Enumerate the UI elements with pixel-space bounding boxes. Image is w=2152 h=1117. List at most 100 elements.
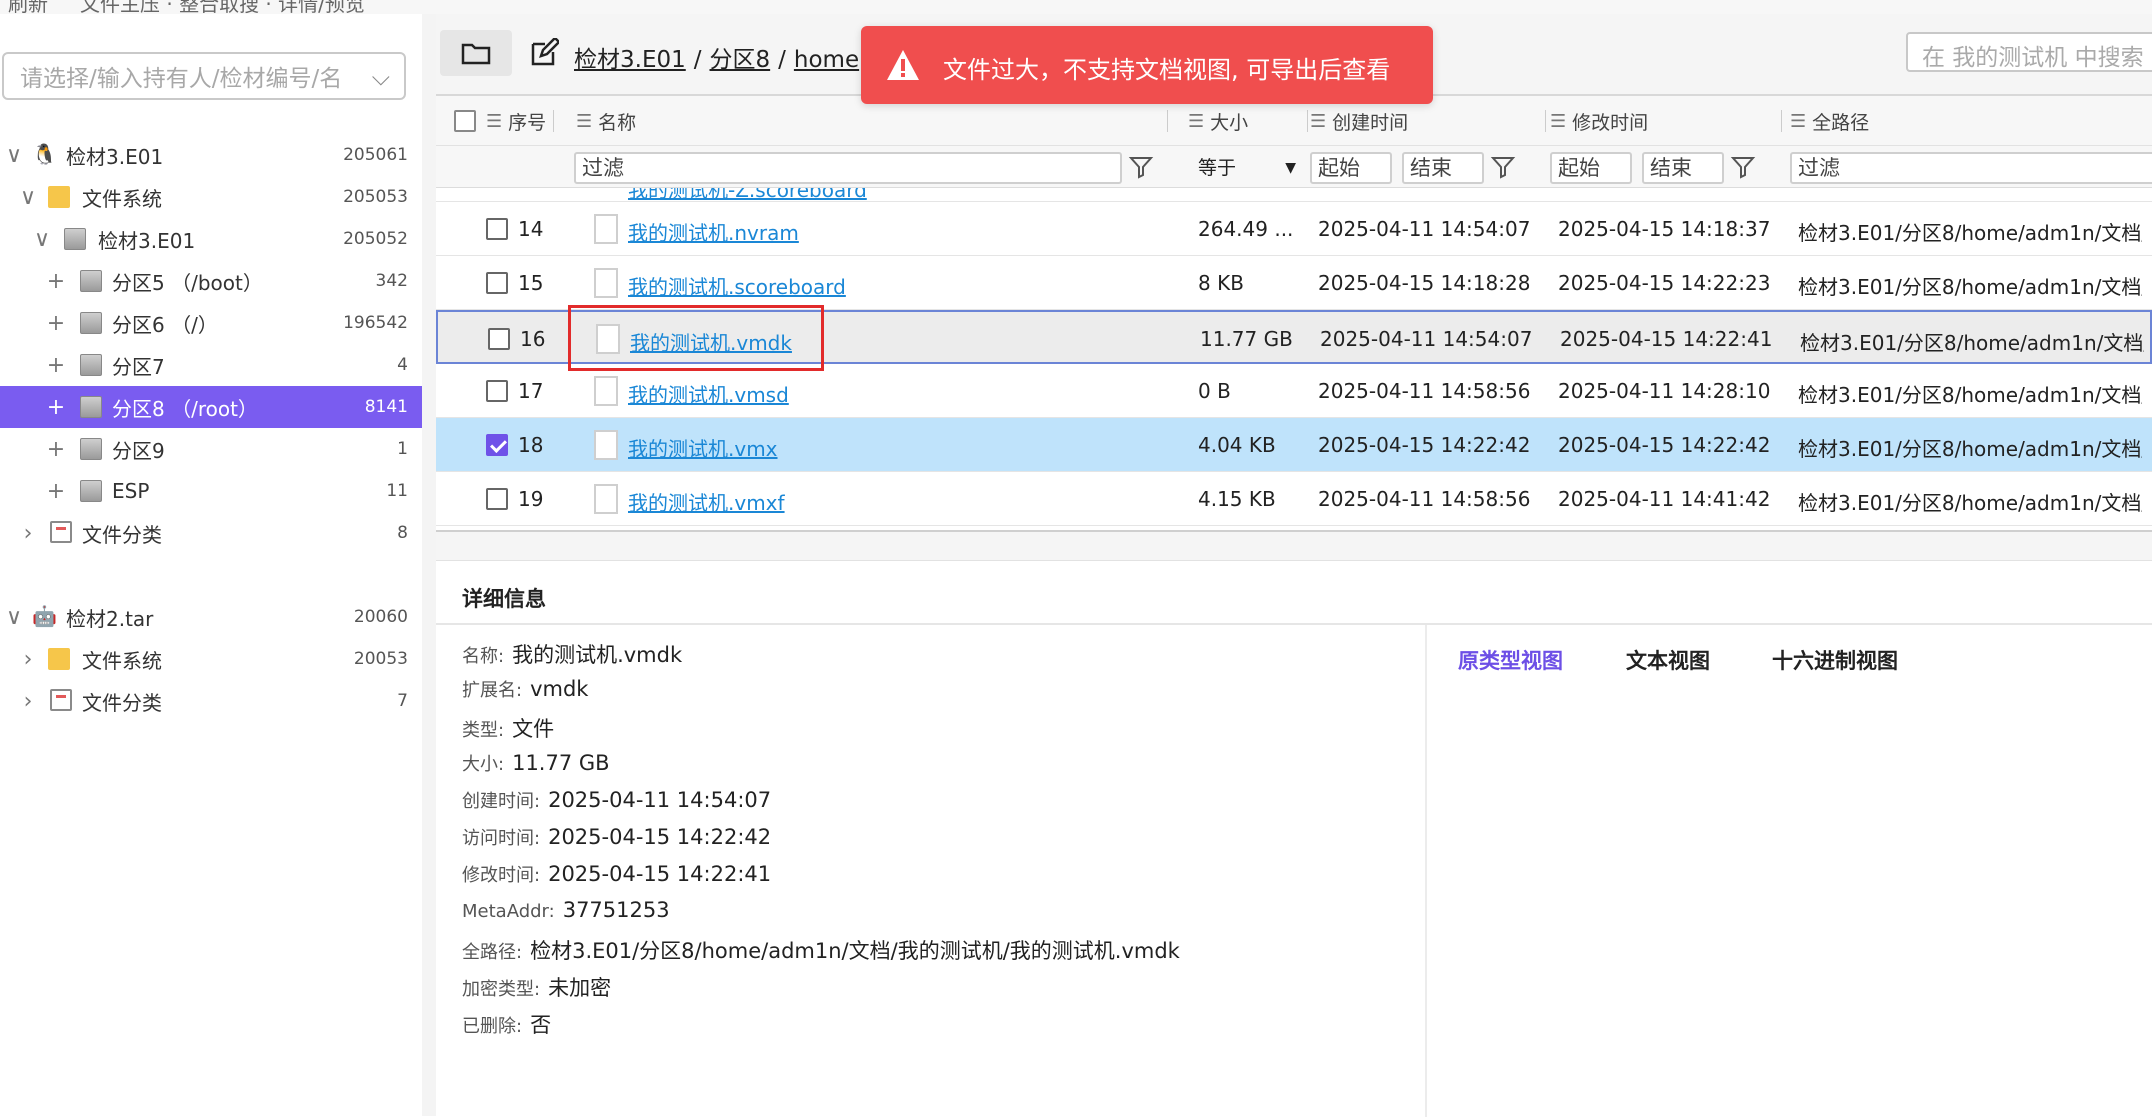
owner-select-placeholder: 请选择/输入持有人/检材编号/名 bbox=[20, 66, 343, 92]
collapse-icon[interactable]: ∨ bbox=[16, 185, 40, 210]
panel-divider[interactable] bbox=[422, 14, 436, 1116]
detail-name: 名称: 我的测试机.vmdk bbox=[462, 639, 682, 669]
tree-item-partition9[interactable]: + 分区9 1 bbox=[0, 428, 422, 470]
table-row[interactable]: 15 我的测试机.scoreboard 8 KB 2025-04-15 14:1… bbox=[436, 256, 2152, 310]
tree-item-e01-image[interactable]: ∨ 检材3.E01 205052 bbox=[0, 218, 422, 260]
row-checkbox[interactable] bbox=[486, 272, 508, 294]
file-name-link[interactable]: 我的测试机.scoreboard bbox=[628, 271, 846, 300]
expand-icon[interactable]: › bbox=[16, 521, 40, 546]
table-row-checked[interactable]: 18 我的测试机.vmx 4.04 KB 2025-04-15 14:22:42… bbox=[436, 418, 2152, 472]
created-start-input[interactable]: 起始 bbox=[1310, 152, 1392, 184]
expand-icon[interactable]: + bbox=[44, 269, 68, 294]
tree-item-partition6[interactable]: + 分区6 （/） 196542 bbox=[0, 302, 422, 344]
column-menu-icon[interactable]: ☰ bbox=[576, 111, 592, 132]
tree-item-label: 文件分类 bbox=[82, 690, 162, 715]
tree-item-partition8[interactable]: + 分区8 （/root） 8141 bbox=[0, 386, 422, 428]
tree-item-count: 205052 bbox=[343, 229, 408, 249]
breadcrumb-evidence[interactable]: 检材3.E01 bbox=[574, 47, 686, 73]
expand-icon[interactable]: › bbox=[16, 689, 40, 714]
divider bbox=[436, 623, 2152, 625]
modified-end-input[interactable]: 结束 bbox=[1642, 152, 1724, 184]
table-row[interactable]: 14 我的测试机.nvram 264.49 ... 2025-04-11 14:… bbox=[436, 202, 2152, 256]
tree-item-evidence2[interactable]: ∨ 🤖 检材2.tar 20060 bbox=[0, 596, 422, 638]
detail-key: 名称: bbox=[462, 646, 505, 667]
edit-button[interactable] bbox=[524, 30, 564, 76]
tree-item-file-category-2[interactable]: › 文件分类 7 bbox=[0, 680, 422, 722]
row-index: 18 bbox=[518, 433, 544, 457]
tree-item-count: 205053 bbox=[343, 187, 408, 207]
tree-item-file-category[interactable]: › 文件分类 8 bbox=[0, 512, 422, 554]
tree-item-filesystem[interactable]: ∨ 文件系统 205053 bbox=[0, 176, 422, 218]
row-checkbox[interactable] bbox=[488, 328, 510, 350]
tree-item-count: 20053 bbox=[353, 649, 408, 669]
column-separator bbox=[1545, 110, 1546, 132]
breadcrumb-partition[interactable]: 分区8 bbox=[710, 47, 771, 73]
file-size: 11.77 GB bbox=[1200, 327, 1293, 351]
filter-icon[interactable] bbox=[1128, 154, 1154, 180]
expand-icon[interactable]: + bbox=[44, 311, 68, 336]
full-path: 检材3.E01/分区8/home/adm1n/文档/我 bbox=[1798, 275, 2142, 299]
modified-start-input[interactable]: 起始 bbox=[1550, 152, 1632, 184]
file-name-link[interactable]: 我的测试机.vmx bbox=[628, 433, 778, 462]
expand-icon[interactable]: + bbox=[44, 437, 68, 462]
column-menu-icon[interactable]: ☰ bbox=[486, 111, 502, 132]
created-end-input[interactable]: 结束 bbox=[1402, 152, 1484, 184]
name-filter-input[interactable]: 过滤 bbox=[574, 152, 1122, 184]
file-name-link[interactable]: 我的测试机-Z.scoreboard bbox=[628, 188, 867, 201]
collapse-icon[interactable]: ∨ bbox=[30, 227, 54, 252]
expand-icon[interactable]: › bbox=[16, 647, 40, 672]
select-all-checkbox[interactable] bbox=[454, 110, 476, 132]
table-row[interactable]: 我的测试机-Z.scoreboard bbox=[436, 188, 2152, 202]
column-menu-icon[interactable]: ☰ bbox=[1550, 111, 1566, 132]
disk-icon bbox=[80, 480, 102, 502]
row-index: 15 bbox=[518, 271, 544, 295]
top-strip: 刷新 文件主压 · 整合取搜 · 详情/预览 bbox=[0, 0, 2152, 14]
expand-icon[interactable]: + bbox=[44, 395, 68, 420]
size-operator-select[interactable]: 等于 ▼ bbox=[1188, 152, 1302, 184]
tab-text-view[interactable]: 文本视图 bbox=[1626, 645, 1710, 675]
column-menu-icon[interactable]: ☰ bbox=[1188, 111, 1204, 132]
owner-select[interactable]: 请选择/输入持有人/检材编号/名 ⌵ bbox=[2, 52, 406, 100]
file-icon bbox=[594, 214, 618, 244]
filter-icon[interactable] bbox=[1490, 154, 1516, 180]
linux-icon: 🐧 bbox=[32, 142, 57, 166]
row-checkbox[interactable] bbox=[486, 218, 508, 240]
tree-item-evidence3[interactable]: ∨ 🐧 检材3.E01 205061 bbox=[0, 134, 422, 176]
modified-time: 2025-04-15 14:22:42 bbox=[1558, 433, 1771, 457]
folder-view-button[interactable] bbox=[440, 30, 512, 76]
search-input[interactable]: 在 我的测试机 中搜索 bbox=[1906, 32, 2152, 72]
column-menu-icon[interactable]: ☰ bbox=[1790, 111, 1806, 132]
tab-raw-view[interactable]: 原类型视图 bbox=[1458, 645, 1563, 675]
tree-item-label: 文件系统 bbox=[82, 186, 162, 211]
file-name-link[interactable]: 我的测试机.nvram bbox=[628, 217, 799, 246]
expand-icon[interactable]: + bbox=[44, 479, 68, 504]
row-checkbox-checked[interactable] bbox=[486, 434, 508, 456]
tab-hex-view[interactable]: 十六进制视图 bbox=[1772, 645, 1898, 675]
tree-item-partition7[interactable]: + 分区7 4 bbox=[0, 344, 422, 386]
table-row[interactable]: 17 我的测试机.vmsd 0 B 2025-04-11 14:58:56 20… bbox=[436, 364, 2152, 418]
table-row[interactable]: 19 我的测试机.vmxf 4.15 KB 2025-04-11 14:58:5… bbox=[436, 472, 2152, 526]
fullpath-filter-input[interactable]: 过滤 bbox=[1790, 152, 2152, 184]
column-menu-icon[interactable]: ☰ bbox=[1310, 111, 1326, 132]
details-panel: 详细信息 名称: 我的测试机.vmdk 扩展名: vmdk 类型: 文件 大小: 11.… bbox=[436, 560, 2152, 1117]
android-icon: 🤖 bbox=[32, 604, 57, 628]
breadcrumb-home[interactable]: home bbox=[794, 47, 859, 73]
collapse-icon[interactable]: ∨ bbox=[2, 143, 26, 168]
file-name-link[interactable]: 我的测试机.vmsd bbox=[628, 379, 789, 408]
error-toast: 文件过大，不支持文档视图, 可导出后查看 bbox=[861, 26, 1433, 104]
detail-key: 类型: bbox=[462, 720, 505, 741]
filter-icon[interactable] bbox=[1730, 154, 1756, 180]
expand-icon[interactable]: + bbox=[44, 353, 68, 378]
tree-item-esp[interactable]: + ESP 11 bbox=[0, 470, 422, 512]
header-modified[interactable]: ☰ 修改时间 bbox=[1550, 96, 1782, 146]
row-checkbox[interactable] bbox=[486, 380, 508, 402]
tree-item-partition5[interactable]: + 分区5 （/boot） 342 bbox=[0, 260, 422, 302]
header-fullpath[interactable]: ☰ 全路径 bbox=[1790, 96, 2150, 146]
file-name-link[interactable]: 我的测试机.vmxf bbox=[628, 487, 785, 516]
tree-item-filesystem-2[interactable]: › 文件系统 20053 bbox=[0, 638, 422, 680]
detail-encryption: 加密类型: 未加密 bbox=[462, 972, 611, 1002]
full-path: 检材3.E01/分区8/home/adm1n/文档/我 bbox=[1798, 221, 2142, 245]
header-index[interactable]: ☰ 序号 bbox=[454, 96, 554, 146]
row-checkbox[interactable] bbox=[486, 488, 508, 510]
collapse-icon[interactable]: ∨ bbox=[2, 605, 26, 630]
